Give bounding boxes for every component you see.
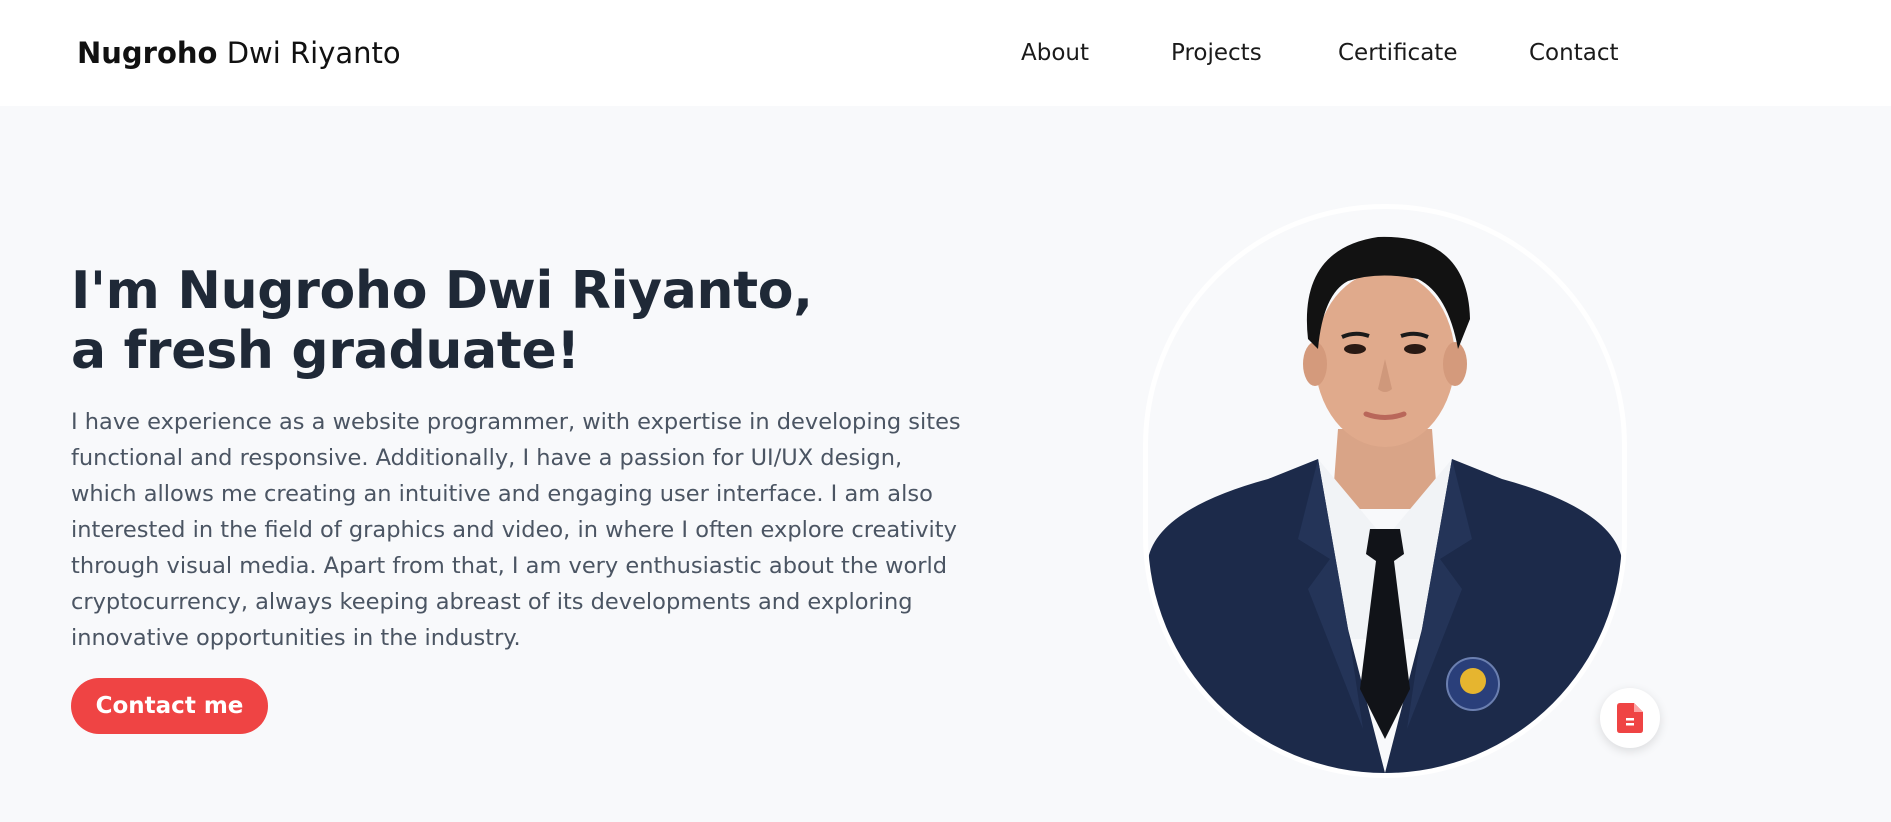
brand-first-name: Nugroho — [77, 36, 218, 70]
hero-bio: I have experience as a website programme… — [71, 409, 961, 651]
profile-photo — [1143, 204, 1627, 778]
download-cv-button[interactable] — [1600, 688, 1660, 748]
brand-last-name: Dwi Riyanto — [226, 36, 401, 70]
hero-headline: I'm Nugroho Dwi Riyanto, a fresh graduat… — [71, 261, 813, 381]
person-portrait — [1148, 236, 1622, 773]
nav-link-contact[interactable]: Contact — [1529, 40, 1618, 66]
headline-line-1: I'm Nugroho Dwi Riyanto, — [71, 261, 813, 321]
nav-link-about[interactable]: About — [1021, 40, 1089, 66]
document-icon — [1617, 703, 1643, 733]
contact-me-button[interactable]: Contact me — [71, 678, 268, 734]
hero-section: I'm Nugroho Dwi Riyanto, a fresh graduat… — [0, 106, 1891, 822]
navbar: Nugroho Dwi Riyanto About Projects Certi… — [0, 0, 1891, 106]
nav-link-certificate[interactable]: Certificate — [1338, 40, 1457, 66]
nav-link-projects[interactable]: Projects — [1171, 40, 1262, 66]
brand-logo[interactable]: Nugroho Dwi Riyanto — [77, 36, 401, 70]
headline-line-2: a fresh graduate! — [71, 321, 580, 381]
